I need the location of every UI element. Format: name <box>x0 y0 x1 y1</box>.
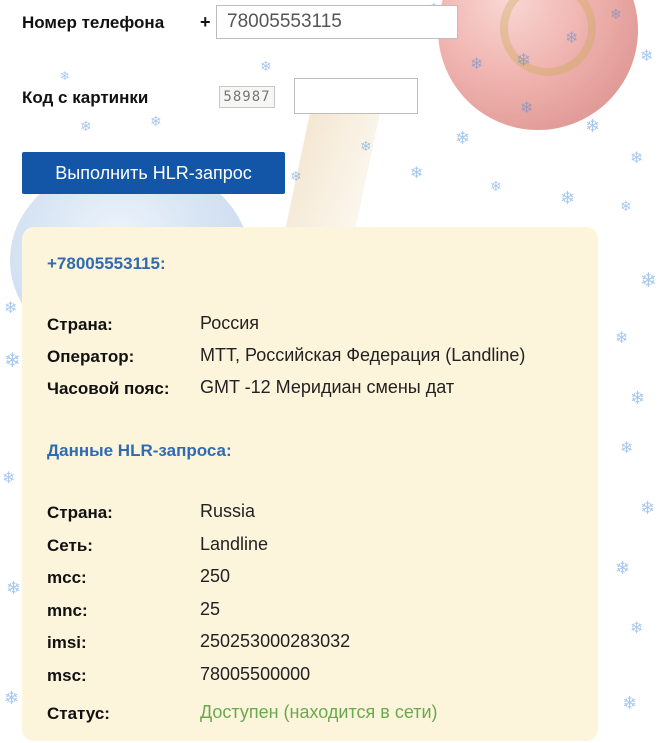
phone-input[interactable] <box>216 5 458 39</box>
phone-prefix: + <box>200 12 211 32</box>
hlr-value-msc: 78005500000 <box>200 664 311 684</box>
info-value-operator: МТТ, Российская Федерация (Landline) <box>200 345 526 365</box>
hlr-key-msc: msc: <box>47 666 87 685</box>
hlr-value-mnc: 25 <box>200 599 221 619</box>
hlr-key-imsi: imsi: <box>47 633 87 652</box>
info-key-country: Страна: <box>47 315 113 334</box>
hlr-key-mcc: mcc: <box>47 568 87 587</box>
hlr-key-country: Страна: <box>47 503 113 522</box>
hlr-key-status: Статус: <box>47 704 110 723</box>
captcha-label: Код с картинки <box>22 88 149 107</box>
hlr-lookup-page: Номер телефона + Код с картинки 58987 Вы… <box>0 0 662 743</box>
hlr-heading: Данные HLR-запроса: <box>47 441 232 460</box>
hlr-key-mnc: mnc: <box>47 601 88 620</box>
hlr-value-country: Russia <box>200 501 256 521</box>
hlr-value-status: Доступен (находится в сети) <box>200 702 438 722</box>
number-heading: +78005553115: <box>47 254 166 273</box>
captcha-input[interactable] <box>294 78 418 114</box>
info-key-timezone: Часовой пояс: <box>47 379 170 398</box>
captcha-image: 58987 <box>219 86 275 108</box>
phone-label: Номер телефона <box>22 13 165 32</box>
info-value-country: Россия <box>200 313 260 333</box>
hlr-key-network: Сеть: <box>47 536 93 555</box>
hlr-value-mcc: 250 <box>200 566 231 586</box>
result-card: +78005553115: Страна: Россия Оператор: М… <box>22 227 598 741</box>
info-key-operator: Оператор: <box>47 347 135 366</box>
hlr-submit-button[interactable]: Выполнить HLR-запрос <box>22 152 285 194</box>
hlr-value-imsi: 250253000283032 <box>200 631 351 651</box>
info-value-timezone: GMT -12 Меридиан смены дат <box>200 377 455 397</box>
hlr-value-network: Landline <box>200 534 269 554</box>
